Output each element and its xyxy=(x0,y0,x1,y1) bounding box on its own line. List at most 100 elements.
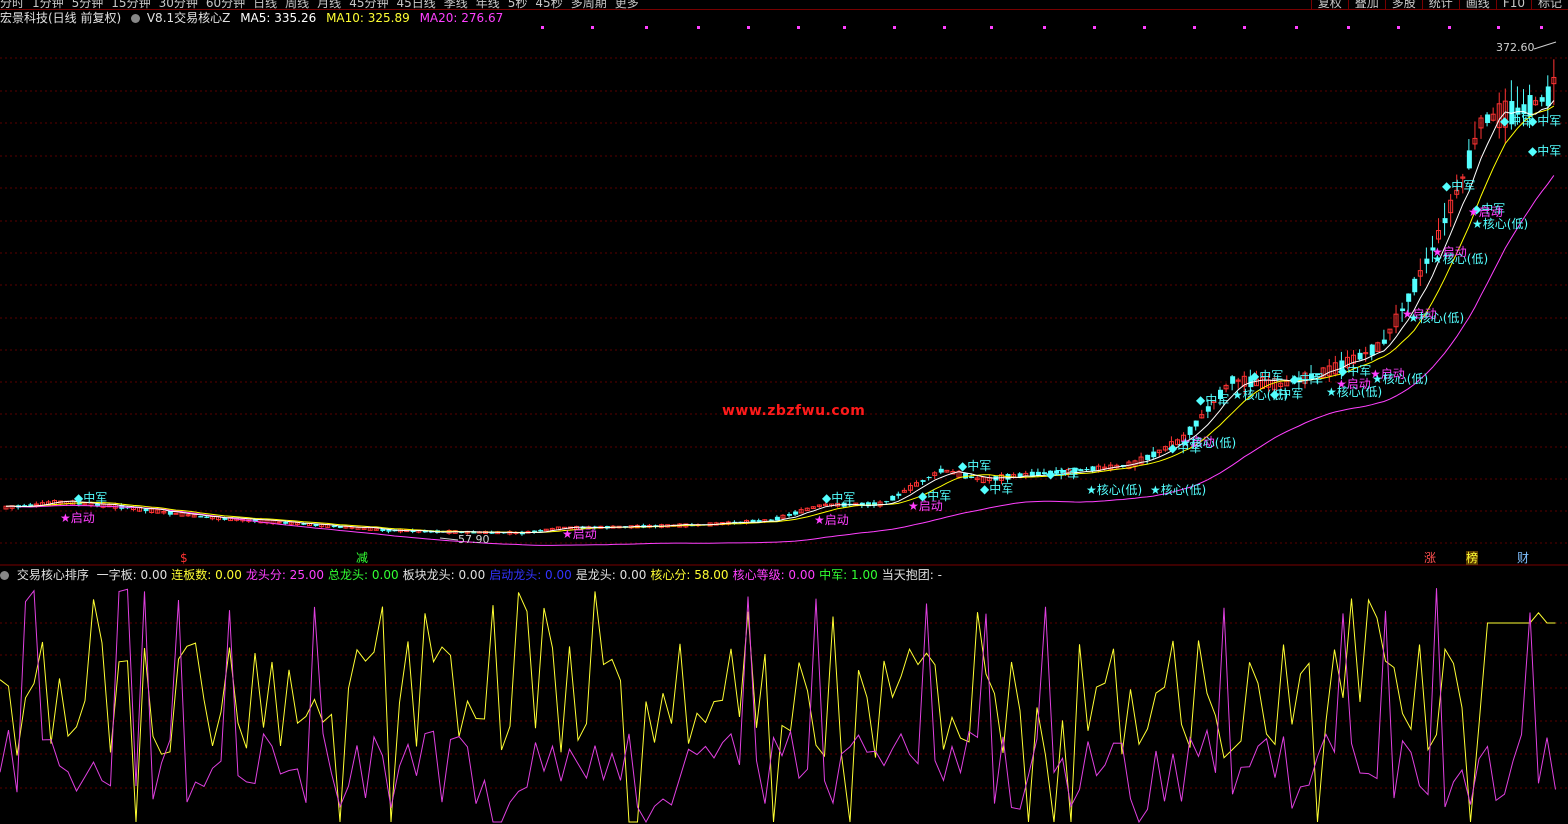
candle-body xyxy=(1187,426,1193,435)
period-tab-8[interactable]: 月线 xyxy=(317,0,341,9)
hexin-signal: ★核心(低) xyxy=(1232,388,1288,402)
signal-dot xyxy=(747,26,750,29)
period-tab-14[interactable]: 45秒 xyxy=(535,0,562,9)
period-tab-15[interactable]: 多周期 xyxy=(571,0,607,9)
marker-rank: 榜 xyxy=(1466,551,1479,565)
signal-dot xyxy=(1193,26,1196,29)
ma10-line xyxy=(5,105,1555,533)
candle-body xyxy=(198,516,204,518)
candle-body xyxy=(969,476,975,478)
candle-body xyxy=(1193,420,1199,427)
hexin-signal: ★核心(低) xyxy=(1408,311,1464,325)
indicator-title[interactable]: 交易核心排序 xyxy=(17,568,89,582)
toolbar-button-0[interactable]: 复权 xyxy=(1310,0,1348,9)
toolbar-button-4[interactable]: 画线 xyxy=(1458,0,1496,9)
zhongjun-signal: ◆中军 xyxy=(1196,392,1229,407)
hexin-signal: ★核心(低) xyxy=(1372,372,1428,386)
toolbar-button-3[interactable]: 统计 xyxy=(1421,0,1459,9)
candle-body xyxy=(890,495,896,501)
zhongjun-signal: ◆中军 xyxy=(822,490,855,505)
zhongjun-signal: ◆中军 xyxy=(1290,371,1323,386)
candle-body xyxy=(1485,114,1491,124)
period-toolbar: 分时 1分钟 5分钟 15分钟 30分钟 60分钟 日线 周线 月线 45分钟 45日线 季线 年线 5秒… xyxy=(0,0,1568,10)
signal-dot xyxy=(1540,26,1543,29)
zhongjun-signal: ◆中军 xyxy=(1046,466,1079,481)
period-tab-11[interactable]: 季线 xyxy=(444,0,468,9)
period-tab-16[interactable]: 更多 xyxy=(615,0,639,9)
candle-body xyxy=(1539,97,1545,102)
osc-yellow-line xyxy=(0,591,1556,823)
indicator-settings-icon[interactable] xyxy=(0,571,9,580)
period-tab-1[interactable]: 1分钟 xyxy=(32,0,64,9)
candle-body xyxy=(920,480,926,482)
settings-icon[interactable] xyxy=(131,14,141,23)
candle-body xyxy=(1466,150,1472,169)
candle-body xyxy=(938,468,944,473)
period-tab-3[interactable]: 15分钟 xyxy=(111,0,150,9)
signal-dot xyxy=(1295,26,1298,29)
indicator-value-8: 核心等级: 0.00 xyxy=(732,568,816,582)
period-tab-13[interactable]: 5秒 xyxy=(508,0,528,9)
candle-body xyxy=(1412,278,1418,293)
zhongjun-signal: ◆中军 xyxy=(980,481,1013,496)
indicator-value-9: 中军: 1.00 xyxy=(819,568,878,582)
period-tab-4[interactable]: 30分钟 xyxy=(159,0,198,9)
osc-magenta-line xyxy=(0,588,1556,824)
ma10-label: MA10: 325.89 xyxy=(326,11,410,25)
period-tabs: 分时 1分钟 5分钟 15分钟 30分钟 60分钟 日线 周线 月线 45分钟 45日线 季线 年线 5秒… xyxy=(0,0,647,9)
indicator-name[interactable]: V8.1交易核心Z xyxy=(147,11,231,25)
candle-body xyxy=(538,530,544,532)
period-tab-12[interactable]: 年线 xyxy=(476,0,500,9)
candle-body xyxy=(1230,376,1236,384)
period-tab-0[interactable]: 分时 xyxy=(0,0,24,9)
candle-body xyxy=(768,519,774,521)
qidong-signal: ★启动 xyxy=(908,499,943,513)
zhongjun-signal: ◆中军 xyxy=(1250,368,1283,383)
hexin-signal: ★核心(低) xyxy=(1432,252,1488,266)
signal-dot xyxy=(645,26,648,29)
candle-body xyxy=(1145,454,1151,460)
period-tab-5[interactable]: 60分钟 xyxy=(206,0,245,9)
indicator-value-7: 核心分: 58.00 xyxy=(650,568,729,582)
candle-body xyxy=(793,511,799,515)
chart-info-bar: 宏景科技(日线 前复权) V8.1交易核心Z MA5: 335.26 MA10:… xyxy=(0,10,509,26)
oscillator-panel xyxy=(0,588,1556,824)
indicator-value-10: 当天抱团: - xyxy=(881,568,942,582)
signal-dot xyxy=(1043,26,1046,29)
watermark: www.zbzfwu.com xyxy=(722,403,866,419)
signal-dot xyxy=(1448,26,1451,29)
indicator-value-3: 总龙头: 0.00 xyxy=(328,568,399,582)
hexin-signal: ★核心(低) xyxy=(1326,385,1382,399)
period-tab-10[interactable]: 45日线 xyxy=(396,0,435,9)
candle-body xyxy=(1035,471,1041,476)
signal-dot xyxy=(1347,26,1350,29)
signal-dot xyxy=(797,26,800,29)
toolbar-button-1[interactable]: 叠加 xyxy=(1347,0,1385,9)
period-tab-6[interactable]: 日线 xyxy=(253,0,277,9)
candle-body xyxy=(1424,258,1430,264)
candle-body xyxy=(1357,352,1363,360)
period-tab-2[interactable]: 5分钟 xyxy=(72,0,104,9)
signal-dot xyxy=(843,26,846,29)
toolbar-button-5[interactable]: F10 xyxy=(1495,0,1531,9)
signal-dot xyxy=(697,26,700,29)
toolbar-button-2[interactable]: 多股 xyxy=(1384,0,1422,9)
indicator-info-bar: 交易核心排序 一字板: 0.00 连板数: 0.00 龙头分: 25.00 总龙头: … xyxy=(0,567,950,583)
marker-reduce: 减 xyxy=(356,551,369,565)
indicator-value-4: 板块龙头: 0.00 xyxy=(402,568,486,582)
signal-dot xyxy=(1143,26,1146,29)
candle-body xyxy=(283,521,289,524)
candle-body xyxy=(1151,451,1157,458)
marker-dollar: $ xyxy=(180,551,188,565)
period-tab-9[interactable]: 45分钟 xyxy=(349,0,388,9)
hexin-signal: ★核心(低) xyxy=(1180,436,1236,450)
candle-body xyxy=(1381,339,1387,344)
low-pointer xyxy=(439,537,459,541)
toolbar-button-6[interactable]: 标记 xyxy=(1530,0,1568,9)
period-tab-7[interactable]: 周线 xyxy=(285,0,309,9)
indicator-value-5: 启动龙头: 0.00 xyxy=(489,568,572,582)
candle-body xyxy=(1205,406,1211,412)
zhongjun-signal: ◆中军 xyxy=(74,490,107,505)
qidong-signal: ★启动 xyxy=(562,527,597,541)
stock-title[interactable]: 宏景科技(日线 前复权) xyxy=(0,11,121,25)
